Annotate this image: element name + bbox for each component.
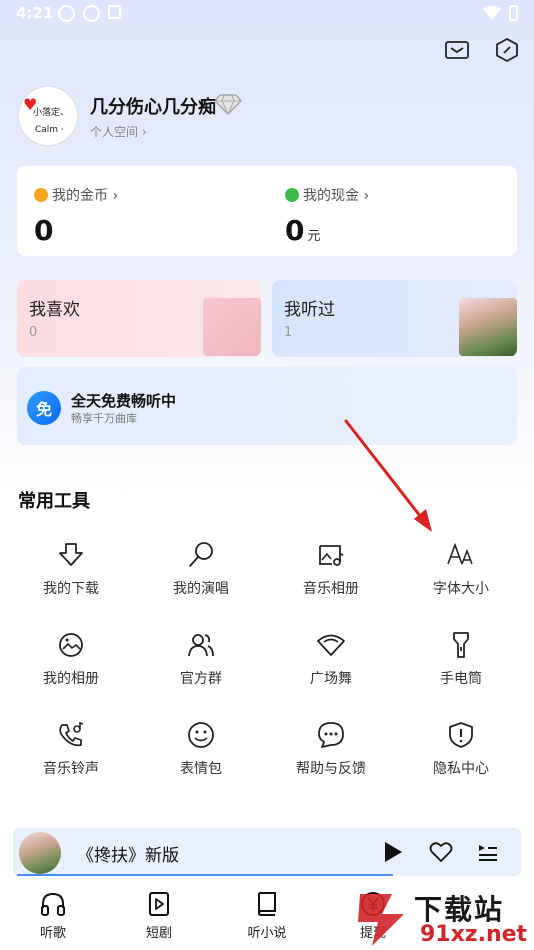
tool-font-size[interactable]: 字体大小 — [396, 540, 526, 610]
k-app-icon — [58, 5, 75, 22]
coin-icon — [34, 188, 48, 202]
my-history-cover — [459, 298, 517, 356]
player-cover — [19, 832, 61, 874]
tool-music-album[interactable]: 音乐相册 — [266, 540, 396, 610]
my-history-title: 我听过 — [284, 300, 335, 320]
group-icon — [188, 634, 214, 657]
nav-label: 听歌 — [39, 926, 66, 941]
personal-space-link[interactable]: 个人空间 › — [90, 123, 147, 140]
emoji-icon — [188, 722, 214, 748]
help-feedback-icon — [318, 722, 344, 748]
microphone-icon — [189, 542, 213, 567]
download-icon — [59, 543, 83, 566]
tool-label: 我的下载 — [43, 581, 99, 597]
my-likes-card[interactable]: 我喜欢 0 — [17, 280, 261, 357]
free-badge-icon: 免 — [27, 391, 61, 425]
nav-label: 听小说 — [247, 926, 287, 941]
nav-label: 短剧 — [145, 926, 172, 941]
tool-photo-album[interactable]: 我的相册 — [6, 630, 136, 700]
player-song-title: 《搀扶》新版 — [77, 846, 179, 866]
nav-item-short-drama[interactable]: 短剧 — [129, 890, 189, 941]
mini-player[interactable]: 《搀扶》新版 — [13, 828, 521, 876]
coins-label: 我的金币 › — [52, 188, 119, 204]
play-icon[interactable] — [383, 841, 403, 863]
status-time: 4:21 — [16, 4, 54, 22]
a-app-icon — [108, 5, 121, 19]
privacy-shield-icon — [449, 722, 473, 748]
tool-label: 音乐铃声 — [43, 761, 99, 777]
cash-label-row[interactable]: 我的现金 › — [285, 185, 369, 205]
free-banner-title: 全天免费畅听中 — [71, 392, 177, 410]
watermark: 下载站 91xz.net — [352, 888, 528, 950]
tool-label: 帮助与反馈 — [296, 761, 366, 777]
message-icon[interactable] — [444, 37, 470, 63]
headphones-icon — [41, 892, 65, 916]
tool-label: 我的相册 — [43, 671, 99, 687]
tool-label: 广场舞 — [310, 671, 352, 687]
player-progress-bar — [17, 874, 393, 876]
cash-unit: 元 — [307, 229, 321, 244]
tool-label: 表情包 — [180, 761, 222, 777]
battery-icon — [509, 5, 518, 21]
my-history-card[interactable]: 我听过 1 — [272, 280, 517, 357]
avatar-text-top: 小落定、 — [33, 108, 70, 118]
nav-item-listen[interactable]: 听歌 — [23, 890, 83, 941]
status-bar: 4:21 — [0, 0, 534, 28]
ringtone-icon — [59, 721, 84, 747]
free-listen-banner[interactable]: 免 全天免费畅听中 畅享千万曲库 — [17, 367, 517, 445]
diamond-vip-icon[interactable] — [214, 92, 242, 116]
sync-app-icon — [83, 5, 100, 22]
tool-my-downloads[interactable]: 我的下载 — [6, 540, 136, 610]
free-banner-subtitle: 畅享千万曲库 — [71, 412, 137, 425]
tool-label: 字体大小 — [433, 581, 489, 597]
settings-hexagon-icon[interactable] — [494, 37, 520, 63]
cash-value: 0 — [285, 214, 305, 247]
music-album-icon — [319, 545, 344, 566]
my-history-count: 1 — [284, 325, 293, 340]
tool-ringtone[interactable]: 音乐铃声 — [6, 720, 136, 790]
cash-value-row: 0 元 — [285, 214, 321, 247]
playlist-icon[interactable] — [477, 841, 499, 863]
my-likes-count: 0 — [29, 325, 38, 340]
avatar-text-bottom: Calm · — [35, 125, 64, 135]
status-system-icons — [483, 5, 518, 21]
tool-help-feedback[interactable]: 帮助与反馈 — [266, 720, 396, 790]
avatar[interactable]: ♥ 小落定、 Calm · — [18, 86, 78, 146]
fan-icon — [317, 634, 345, 656]
annotation-arrow-icon — [344, 419, 432, 532]
wallet-card: 我的金币 › 0 我的现金 › 0 元 — [17, 166, 517, 256]
heart-icon[interactable] — [429, 841, 453, 863]
my-likes-title: 我喜欢 — [29, 300, 80, 320]
wifi-icon — [483, 6, 501, 20]
username[interactable]: 几分伤心几分痴 — [90, 93, 216, 119]
tool-label: 官方群 — [180, 671, 222, 687]
watermark-url: 91xz.net — [420, 922, 528, 947]
nav-item-novels[interactable]: 听小说 — [237, 890, 297, 941]
coins-value: 0 — [34, 214, 54, 247]
video-play-icon — [149, 892, 169, 916]
tool-label: 手电筒 — [440, 671, 482, 687]
tool-label: 隐私中心 — [433, 761, 489, 777]
status-notification-icons — [58, 5, 121, 22]
tool-emoji[interactable]: 表情包 — [136, 720, 266, 790]
tool-official-group[interactable]: 官方群 — [136, 630, 266, 700]
tool-label: 音乐相册 — [303, 581, 359, 597]
my-likes-cover — [203, 298, 261, 356]
tool-label: 我的演唱 — [173, 581, 229, 597]
coins-label-row[interactable]: 我的金币 › — [34, 185, 118, 205]
photo-album-icon — [59, 633, 83, 657]
watermark-logo-icon — [358, 894, 404, 946]
cash-icon — [285, 188, 299, 202]
tools-section-title: 常用工具 — [18, 491, 90, 512]
tool-my-singing[interactable]: 我的演唱 — [136, 540, 266, 610]
flashlight-icon — [453, 632, 469, 658]
tool-square-dance[interactable]: 广场舞 — [266, 630, 396, 700]
tool-flashlight[interactable]: 手电筒 — [396, 630, 526, 700]
font-size-icon — [447, 542, 473, 565]
cash-label: 我的现金 › — [303, 188, 370, 204]
tool-privacy-center[interactable]: 隐私中心 — [396, 720, 526, 790]
book-icon — [257, 892, 276, 916]
